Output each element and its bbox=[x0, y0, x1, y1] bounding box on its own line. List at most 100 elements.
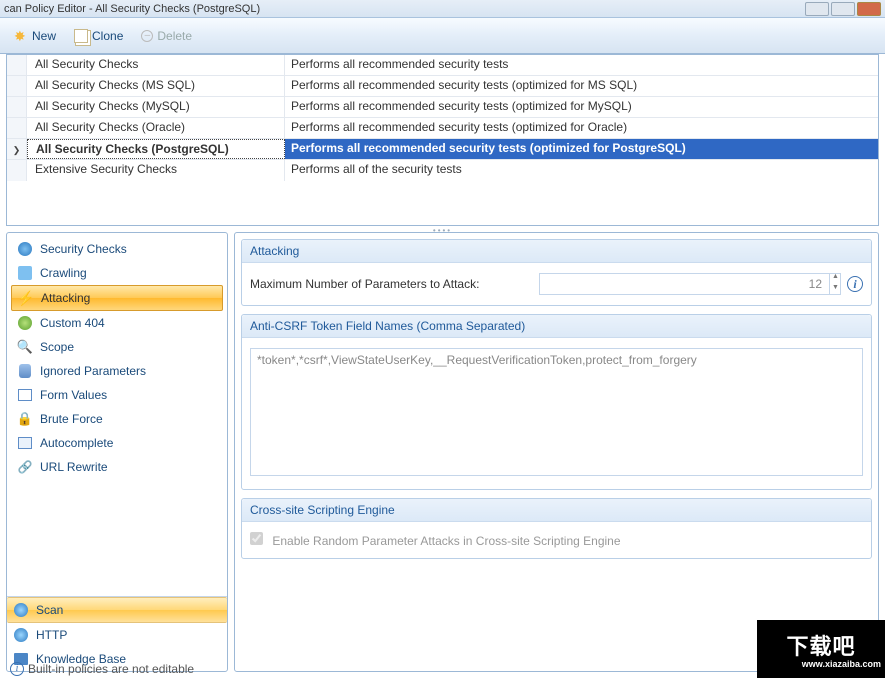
attacking-group: Attacking Maximum Number of Parameters t… bbox=[241, 239, 872, 306]
policy-row[interactable]: All Security Checks (MS SQL)Performs all… bbox=[7, 76, 878, 97]
content-panel: Attacking Maximum Number of Parameters t… bbox=[234, 232, 879, 672]
window-title: can Policy Editor - All Security Checks … bbox=[4, 3, 260, 15]
max-params-label: Maximum Number of Parameters to Attack: bbox=[250, 277, 479, 291]
globe-icon bbox=[17, 241, 33, 257]
sidebar-item-label: Ignored Parameters bbox=[40, 364, 146, 378]
sidebar-bottom-label: HTTP bbox=[36, 628, 67, 642]
sidebar-item-label: Scope bbox=[40, 340, 74, 354]
auto-icon bbox=[17, 435, 33, 451]
row-handle bbox=[7, 97, 27, 117]
sidebar-item-label: Custom 404 bbox=[40, 316, 105, 330]
policy-name: All Security Checks (MS SQL) bbox=[27, 76, 285, 96]
policy-name: All Security Checks (MySQL) bbox=[27, 97, 285, 117]
sidebar-item-label: URL Rewrite bbox=[40, 460, 108, 474]
sidebar-item-custom-404[interactable]: Custom 404 bbox=[11, 311, 223, 335]
policy-desc: Performs all recommended security tests … bbox=[285, 139, 878, 159]
sidebar-item-ignored-parameters[interactable]: Ignored Parameters bbox=[11, 359, 223, 383]
info-icon: i bbox=[10, 662, 24, 676]
minimize-button[interactable] bbox=[805, 2, 829, 16]
sidebar-item-label: Attacking bbox=[41, 291, 90, 305]
sidebar-bottom-http[interactable]: HTTP bbox=[7, 623, 227, 647]
watermark-url: www.xiazaiba.com bbox=[757, 659, 885, 669]
close-button[interactable] bbox=[857, 2, 881, 16]
bolt-icon: ⚡ bbox=[18, 290, 34, 306]
spinner[interactable]: ▲▼ bbox=[829, 273, 841, 295]
sidebar-item-url-rewrite[interactable]: 🔗 URL Rewrite bbox=[11, 455, 223, 479]
xss-checkbox-label: Enable Random Parameter Attacks in Cross… bbox=[272, 534, 620, 548]
window-titlebar: can Policy Editor - All Security Checks … bbox=[0, 0, 885, 18]
sidebar-item-crawling[interactable]: Crawling bbox=[11, 261, 223, 285]
policy-row[interactable]: Extensive Security ChecksPerforms all of… bbox=[7, 160, 878, 181]
lock-icon: 🔒 bbox=[17, 411, 33, 427]
db-icon bbox=[17, 363, 33, 379]
row-handle bbox=[7, 160, 27, 181]
form-icon bbox=[17, 387, 33, 403]
sidebar-item-security-checks[interactable]: Security Checks bbox=[11, 237, 223, 261]
maximize-button[interactable] bbox=[831, 2, 855, 16]
minus-circle-icon: – bbox=[141, 30, 153, 42]
xss-group: Cross-site Scripting Engine Enable Rando… bbox=[241, 498, 872, 559]
policy-name: Extensive Security Checks bbox=[27, 160, 285, 181]
pages-icon bbox=[74, 29, 88, 43]
grid-blank bbox=[7, 181, 878, 225]
row-handle bbox=[7, 139, 27, 159]
policy-name: All Security Checks bbox=[27, 55, 285, 75]
sidebar-bottom-label: Scan bbox=[36, 603, 63, 617]
404-icon bbox=[17, 315, 33, 331]
footer-note: i Built-in policies are not editable bbox=[10, 662, 194, 676]
new-label: New bbox=[32, 29, 56, 43]
sidebar-item-label: Crawling bbox=[40, 266, 87, 280]
policy-row[interactable]: All Security Checks (PostgreSQL)Performs… bbox=[7, 139, 878, 160]
scan-icon bbox=[13, 602, 29, 618]
watermark-cn: 下载吧 bbox=[786, 629, 855, 661]
clone-label: Clone bbox=[92, 29, 123, 43]
policy-desc: Performs all recommended security tests … bbox=[285, 118, 878, 138]
network-icon bbox=[17, 265, 33, 281]
sidebar-item-attacking[interactable]: ⚡ Attacking bbox=[11, 285, 223, 311]
delete-button: – Delete bbox=[135, 26, 198, 46]
row-handle bbox=[7, 76, 27, 96]
sidebar-item-label: Brute Force bbox=[40, 412, 103, 426]
xss-checkbox-row: Enable Random Parameter Attacks in Cross… bbox=[250, 532, 621, 548]
clone-button[interactable]: Clone bbox=[68, 26, 129, 46]
sidebar-item-form-values[interactable]: Form Values bbox=[11, 383, 223, 407]
policy-row[interactable]: All Security ChecksPerforms all recommen… bbox=[7, 55, 878, 76]
sidebar-item-autocomplete[interactable]: Autocomplete bbox=[11, 431, 223, 455]
policy-desc: Performs all of the security tests bbox=[285, 160, 878, 181]
row-handle bbox=[7, 55, 27, 75]
sidebar-item-label: Form Values bbox=[40, 388, 107, 402]
http-icon bbox=[13, 627, 29, 643]
policy-grid[interactable]: All Security ChecksPerforms all recommen… bbox=[6, 54, 879, 226]
policy-row[interactable]: All Security Checks (MySQL)Performs all … bbox=[7, 97, 878, 118]
footer-text: Built-in policies are not editable bbox=[28, 662, 194, 676]
sidebar-bottom-scan[interactable]: Scan bbox=[7, 597, 227, 623]
new-button[interactable]: ✸ New bbox=[8, 26, 62, 46]
sidebar-item-brute-force[interactable]: 🔒 Brute Force bbox=[11, 407, 223, 431]
policy-row[interactable]: All Security Checks (Oracle)Performs all… bbox=[7, 118, 878, 139]
toolbar: ✸ New Clone – Delete bbox=[0, 18, 885, 54]
policy-name: All Security Checks (PostgreSQL) bbox=[27, 139, 285, 159]
sidebar-item-scope[interactable]: 🔍 Scope bbox=[11, 335, 223, 359]
scope-icon: 🔍 bbox=[17, 339, 33, 355]
watermark: 下载吧 www.xiazaiba.com bbox=[757, 620, 885, 678]
attacking-header: Attacking bbox=[242, 240, 871, 263]
sidebar-item-label: Security Checks bbox=[40, 242, 127, 256]
policy-desc: Performs all recommended security tests … bbox=[285, 76, 878, 96]
xss-header: Cross-site Scripting Engine bbox=[242, 499, 871, 522]
row-handle bbox=[7, 118, 27, 138]
policy-desc: Performs all recommended security tests bbox=[285, 55, 878, 75]
link-icon: 🔗 bbox=[17, 459, 33, 475]
xss-enable-checkbox bbox=[250, 532, 263, 545]
anticsrf-header: Anti-CSRF Token Field Names (Comma Separ… bbox=[242, 315, 871, 338]
anticsrf-textarea[interactable] bbox=[250, 348, 863, 476]
policy-desc: Performs all recommended security tests … bbox=[285, 97, 878, 117]
policy-name: All Security Checks (Oracle) bbox=[27, 118, 285, 138]
anticsrf-group: Anti-CSRF Token Field Names (Comma Separ… bbox=[241, 314, 872, 490]
info-icon[interactable]: i bbox=[847, 276, 863, 292]
star-icon: ✸ bbox=[14, 29, 28, 43]
sidebar-item-label: Autocomplete bbox=[40, 436, 113, 450]
sidebar: Security Checks Crawling ⚡ Attacking Custom … bbox=[6, 232, 228, 672]
max-params-input[interactable] bbox=[539, 273, 841, 295]
window-controls bbox=[805, 2, 881, 16]
delete-label: Delete bbox=[157, 29, 192, 43]
